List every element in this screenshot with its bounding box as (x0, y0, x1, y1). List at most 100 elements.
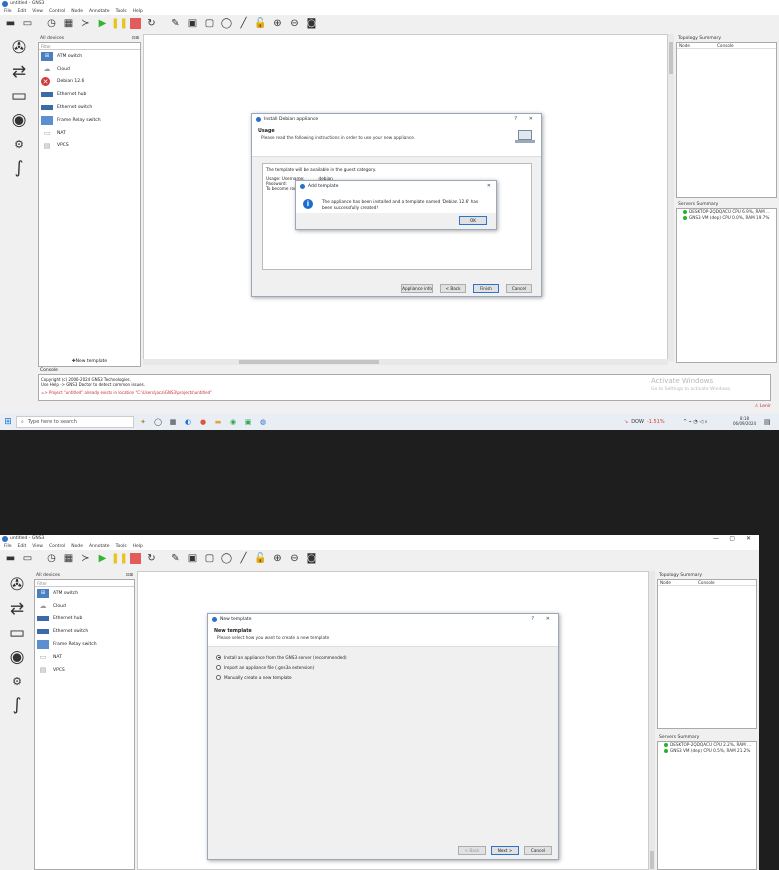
pause-all-icon[interactable]: ❚❚ (111, 552, 128, 565)
new-template-button[interactable]: ✚New template (39, 359, 140, 364)
ellipse-icon[interactable]: ◯ (220, 552, 233, 565)
menu-node[interactable]: Node (71, 8, 83, 15)
close-icon[interactable]: ✕ (746, 535, 751, 543)
menu-help[interactable]: Help (133, 8, 143, 15)
device-item[interactable]: ☁ Cloud (39, 63, 140, 76)
reload-icon[interactable]: ↻ (145, 552, 158, 565)
menu-tools[interactable]: Tools (116, 543, 127, 550)
canvas-horizontal-scrollbar[interactable] (143, 359, 668, 365)
browser-icon[interactable]: ◉ (227, 417, 239, 427)
help-icon[interactable]: ? (531, 614, 534, 625)
camera-icon[interactable]: ◙ (305, 17, 318, 30)
snapshot-icon[interactable]: ▦ (62, 17, 75, 30)
maximize-icon[interactable]: ▢ (729, 535, 735, 543)
start-all-icon[interactable]: ▶ (96, 552, 109, 565)
reload-icon[interactable]: ↻ (145, 17, 158, 30)
menu-file[interactable]: File (4, 543, 12, 550)
menu-edit[interactable]: Edit (18, 8, 27, 15)
menu-view[interactable]: View (32, 543, 43, 550)
start-all-icon[interactable]: ▶ (96, 17, 109, 30)
device-item[interactable]: Ethernet switch (35, 625, 134, 638)
back-button[interactable]: < Back (458, 846, 486, 855)
close-icon[interactable]: ✕ (546, 614, 550, 625)
menu-help[interactable]: Help (133, 543, 143, 550)
gns3-taskbar-icon[interactable]: ◍ (257, 417, 269, 427)
option-import-appliance[interactable]: Import an appliance file (.gns3a extensi… (216, 662, 347, 672)
radio-unselected[interactable] (216, 664, 221, 670)
canvas-vertical-scrollbar[interactable] (649, 571, 655, 870)
device-filter-input[interactable]: Filter (35, 580, 134, 587)
all-devices-icon[interactable]: ⚙ (7, 671, 27, 691)
cancel-button[interactable]: Cancel (524, 846, 552, 855)
cortana-icon[interactable]: ✦ (137, 417, 149, 427)
add-link-icon[interactable]: ∫ (7, 695, 27, 715)
console-icon[interactable]: ≻ (79, 552, 92, 565)
device-item[interactable]: Frame Relay switch (39, 114, 140, 127)
switches-icon[interactable]: ⇄ (9, 62, 29, 82)
zoom-in-icon[interactable]: ⊕ (271, 552, 284, 565)
rectangle-icon[interactable]: ▢ (203, 552, 216, 565)
taskbar-search-box[interactable]: ⌕ Type here to search (16, 416, 134, 428)
camera-icon[interactable]: ◙ (305, 552, 318, 565)
line-icon[interactable]: ╱ (237, 17, 250, 30)
canvas-vertical-scrollbar[interactable] (668, 34, 674, 361)
rectangle-icon[interactable]: ▢ (203, 17, 216, 30)
option-manual-template[interactable]: Manually create a new template (216, 672, 347, 682)
end-devices-icon[interactable]: ▭ (9, 86, 29, 106)
open-folder-icon[interactable]: ▬ (4, 17, 17, 30)
zoom-out-icon[interactable]: ⊖ (288, 17, 301, 30)
panel-close-icon[interactable]: ⊡⊠ (125, 573, 133, 578)
end-devices-icon[interactable]: ▭ (7, 623, 27, 643)
add-link-icon[interactable]: ∫ (9, 158, 29, 178)
back-button[interactable]: < Back (440, 284, 466, 293)
ok-button[interactable]: OK (459, 216, 487, 225)
clock-icon[interactable]: ◷ (45, 17, 58, 30)
device-item[interactable]: ▤ VPCS (35, 664, 134, 677)
menu-edit[interactable]: Edit (18, 543, 27, 550)
ellipse-icon[interactable]: ◯ (220, 17, 233, 30)
help-icon[interactable]: ? (514, 114, 517, 125)
device-item[interactable]: ⊞ ATM switch (39, 50, 140, 63)
clock-icon[interactable]: ◷ (45, 552, 58, 565)
close-icon[interactable]: ✕ (487, 181, 491, 191)
cancel-button[interactable]: Cancel (506, 284, 532, 293)
switches-icon[interactable]: ⇄ (7, 599, 27, 619)
routers-icon[interactable]: ✇ (9, 38, 29, 58)
stop-all-icon[interactable] (130, 553, 141, 564)
chrome-icon[interactable]: ● (197, 417, 209, 427)
folder-icon[interactable]: ▭ (21, 17, 34, 30)
lock-icon[interactable]: 🔓 (254, 17, 267, 30)
zoom-in-icon[interactable]: ⊕ (271, 17, 284, 30)
menu-tools[interactable]: Tools (116, 8, 127, 15)
open-folder-icon[interactable]: ▬ (4, 552, 17, 565)
security-devices-icon[interactable]: ◉ (9, 110, 29, 130)
file-explorer-icon[interactable]: ▬ (212, 417, 224, 427)
device-item[interactable]: Frame Relay switch (35, 638, 134, 651)
menu-node[interactable]: Node (71, 543, 83, 550)
edge-icon[interactable]: ◐ (182, 417, 194, 427)
windows-start-icon[interactable]: ⊞ (0, 417, 16, 427)
close-icon[interactable]: ✕ (529, 114, 533, 125)
image-icon[interactable]: ▣ (186, 552, 199, 565)
appliance-info-button[interactable]: Appliance info (401, 284, 433, 293)
all-devices-icon[interactable]: ⚙ (9, 134, 29, 154)
radio-selected[interactable] (216, 654, 221, 660)
widgets-icon[interactable]: ▦ (167, 417, 179, 427)
radio-unselected[interactable] (216, 674, 221, 680)
clock[interactable]: 8:18 06/09/2024 (733, 416, 756, 426)
device-item[interactable]: Ethernet hub (39, 88, 140, 101)
task-view-icon[interactable]: ◯ (152, 417, 164, 427)
finish-button[interactable]: Finish (473, 284, 499, 293)
menu-annotate[interactable]: Annotate (89, 8, 110, 15)
routers-icon[interactable]: ✇ (7, 575, 27, 595)
device-item[interactable]: Ethernet switch (39, 101, 140, 114)
folder-icon[interactable]: ▭ (21, 552, 34, 565)
device-item[interactable]: Ethernet hub (35, 613, 134, 626)
device-item[interactable]: ▭ NAT (35, 651, 134, 664)
menu-view[interactable]: View (32, 8, 43, 15)
device-item[interactable]: ☁ Cloud (35, 600, 134, 613)
snapshot-icon[interactable]: ▦ (62, 552, 75, 565)
stop-all-icon[interactable] (130, 18, 141, 29)
next-button[interactable]: Next > (491, 846, 519, 855)
zoom-out-icon[interactable]: ⊖ (288, 552, 301, 565)
